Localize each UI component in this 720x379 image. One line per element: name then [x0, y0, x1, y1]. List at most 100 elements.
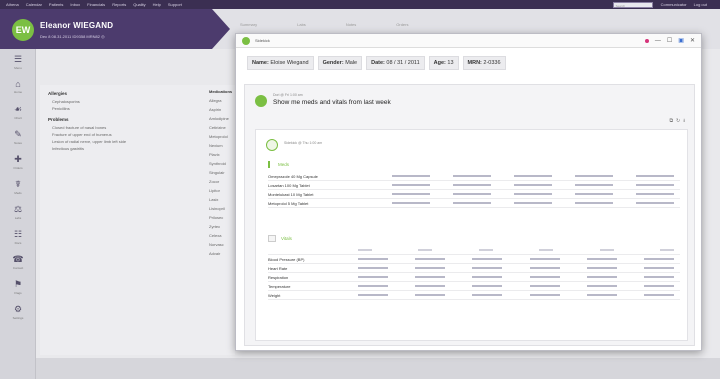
med-item[interactable]: Zocor	[209, 179, 233, 184]
minimize-icon[interactable]: —	[655, 38, 661, 44]
cell-placeholder	[472, 285, 503, 287]
cell-placeholder	[586, 267, 617, 269]
sidebar-item-menu[interactable]: ☰ Menu	[0, 49, 36, 74]
table-row[interactable]: Heart Rate	[268, 264, 680, 273]
scale-icon: ⚖	[13, 203, 23, 214]
table-row[interactable]: Metoprolol 5 Mg Tablet	[268, 199, 680, 208]
topnav-item[interactable]: Support	[168, 2, 182, 7]
cell-placeholder	[514, 193, 552, 195]
med-item[interactable]: Metoprolol	[209, 134, 233, 139]
dialog-titlebar[interactable]: Sidekick — ☐ ▣ ✕	[236, 34, 701, 48]
sidebar-item-notes[interactable]: ✎ Notes	[0, 124, 36, 149]
table-header-row	[268, 246, 680, 255]
sidebar-item-flags[interactable]: ⚑ Flags	[0, 274, 36, 299]
search-input[interactable]: Search	[612, 1, 653, 8]
download-icon[interactable]: ⭳	[683, 118, 685, 126]
logout-link[interactable]: Log out	[694, 2, 707, 7]
cell-placeholder	[514, 184, 552, 186]
med-item[interactable]: Zyrtec	[209, 224, 233, 229]
med-item[interactable]: Prilosec	[209, 215, 233, 220]
sidebar-item-chart[interactable]: ☙ Chart	[0, 99, 36, 124]
med-item[interactable]: Cetirizine	[209, 125, 233, 130]
sidebar-item-docs[interactable]: ☷ Docs	[0, 224, 36, 249]
chip-label: Gender:	[322, 60, 344, 66]
table-row[interactable]: Weight	[268, 291, 680, 300]
sidebar-item-settings[interactable]: ⚙ Settings	[0, 299, 36, 324]
med-item[interactable]: Celexa	[209, 233, 233, 238]
cell-placeholder	[358, 294, 388, 296]
med-item[interactable]: Advair	[209, 251, 233, 256]
med-item[interactable]: Lipitor	[209, 188, 233, 193]
top-navigation-bar: Athena Calendar Patients Inbox Financial…	[0, 0, 720, 9]
copy-icon[interactable]: ⧉	[669, 118, 673, 126]
med-item[interactable]: Norvasc	[209, 242, 233, 247]
row-label: Blood Pressure (BP)	[268, 256, 305, 262]
allergy-item[interactable]: Penicillins	[52, 106, 223, 111]
tab-notes[interactable]: Notes	[346, 22, 356, 27]
med-item[interactable]: Plavix	[209, 152, 233, 157]
status-dot-icon	[644, 38, 649, 43]
topnav-item[interactable]: Help	[153, 2, 161, 7]
tab-labs[interactable]: Labs	[297, 22, 306, 27]
med-item[interactable]: Lasix	[209, 197, 233, 202]
med-item[interactable]: Singulair	[209, 170, 233, 175]
cell-placeholder	[453, 193, 491, 195]
close-icon[interactable]: ✕	[690, 37, 695, 44]
cell-placeholder	[586, 285, 617, 287]
sidebar-item-contact[interactable]: ☎ Contact	[0, 249, 36, 274]
problem-item[interactable]: Infectious gastritis	[52, 146, 223, 151]
refresh-icon[interactable]: ↻	[676, 118, 680, 126]
sidebar-item-meds[interactable]: ☤ Meds	[0, 174, 36, 199]
cell-placeholder	[529, 258, 560, 260]
topnav-item[interactable]: Calendar	[26, 2, 42, 7]
table-row[interactable]: Blood Pressure (BP)	[268, 255, 680, 264]
med-item[interactable]: Nexium	[209, 143, 233, 148]
chip-value: 2-0336	[483, 60, 501, 66]
med-item[interactable]: Allegra	[209, 98, 233, 103]
table-row[interactable]: Losartan 100 Mg Tablet	[268, 181, 680, 190]
table-row[interactable]: Temperature	[268, 282, 680, 291]
patient-banner[interactable]: EW Eleanor WIEGAND Dec 8 08.31.2011 ID93…	[0, 9, 230, 49]
row-label: Respiration	[268, 274, 289, 280]
problem-item[interactable]: Closed fracture of nasal bones	[52, 125, 223, 130]
problem-item[interactable]: Lesion of radial nerve, upper limb left …	[52, 139, 223, 144]
user-avatar-icon	[255, 95, 267, 107]
topnav-item[interactable]: Inbox	[70, 2, 80, 7]
allergy-item[interactable]: Cephalosporins	[52, 99, 223, 104]
med-item[interactable]: Synthroid	[209, 161, 233, 166]
tab-orders[interactable]: Orders	[396, 22, 408, 27]
med-item[interactable]: Lisinopril	[209, 206, 233, 211]
topnav-item[interactable]: Athena	[6, 2, 19, 7]
table-row[interactable]: Omeprazole 40 Mg Capsule	[268, 172, 680, 181]
topnav-item[interactable]: Quality	[133, 2, 145, 7]
tab-summary[interactable]: Summary	[240, 22, 257, 27]
topnav-item[interactable]: Financials	[87, 2, 105, 7]
topnav-item[interactable]: Reports	[112, 2, 126, 7]
response-meta: Sidekick @ Thu 1:00 am	[284, 141, 323, 145]
row-cells	[392, 175, 680, 177]
chip-value: Eloise Wiegand	[270, 60, 309, 66]
sidebar-item-labs[interactable]: ⚖ Labs	[0, 199, 36, 224]
sidebar-item-orders[interactable]: ✚ Orders	[0, 149, 36, 174]
cell-placeholder	[636, 184, 674, 186]
restore-icon[interactable]: ☐	[667, 37, 672, 44]
cell-placeholder	[575, 175, 613, 177]
row-cells	[392, 184, 680, 186]
table-row[interactable]: Montelukast 10 Mg Tablet	[268, 190, 680, 199]
cell-placeholder	[575, 184, 613, 186]
cell-placeholder	[529, 276, 560, 278]
cell-placeholder	[392, 193, 430, 195]
cell-placeholder	[636, 202, 674, 204]
topnav-item[interactable]: Patients	[49, 2, 63, 7]
communicator-link[interactable]: Communicator	[661, 2, 687, 7]
table-row[interactable]: Respiration	[268, 273, 680, 282]
med-item[interactable]: Amlodipine	[209, 116, 233, 121]
popout-icon[interactable]: ▣	[678, 37, 684, 44]
row-label: Heart Rate	[268, 265, 288, 271]
problem-item[interactable]: Fracture of upper end of humerus	[52, 132, 223, 137]
row-cells	[358, 276, 680, 278]
med-item[interactable]: Aspirin	[209, 107, 233, 112]
chip-label: Name:	[252, 60, 269, 66]
sidebar-item-home[interactable]: ⌂ Home	[0, 74, 36, 99]
cell-placeholder	[415, 294, 446, 296]
